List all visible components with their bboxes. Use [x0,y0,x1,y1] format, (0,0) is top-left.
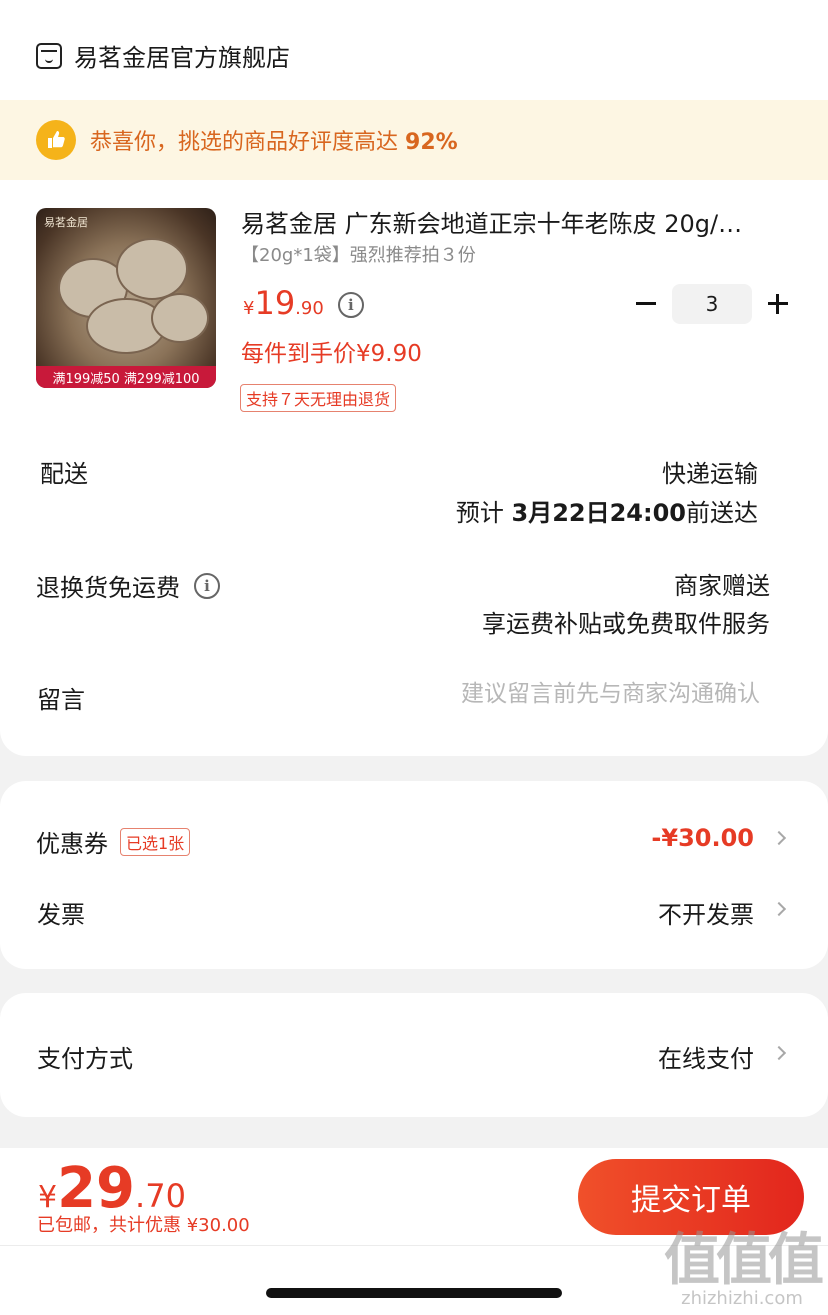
banner-text: 恭喜你，挑选的商品好评度高达 92% [90,130,458,155]
coupon-row[interactable]: 优惠券 已选1张 [36,824,191,859]
payment-card: 支付方式 在线支付 [0,993,828,1117]
order-main-card: 易茗金居官方旗舰店 恭喜你，挑选的商品好评度高达 92% 易茗金居 满199减5… [0,0,828,756]
payment-chevron-icon[interactable] [771,1045,787,1061]
product-image[interactable]: 易茗金居 满199减50 满299减100 [36,208,216,388]
coupon-chevron-icon[interactable] [771,830,787,846]
discount-card: 优惠券 已选1张 -¥30.00 发票 不开发票 [0,781,828,969]
submit-order-button[interactable]: 提交订单 [578,1159,804,1235]
shop-name: 易茗金居官方旗舰店 [74,44,290,72]
quantity-stepper: 3 [630,284,794,324]
watermark: 值值值 zhizhizhi.com [664,1228,824,1309]
each-price: 每件到手价¥9.90 [241,341,422,367]
rating-banner: 恭喜你，挑选的商品好评度高达 92% [0,100,828,180]
return-shipping-desc: 享运费补贴或免费取件服务 [482,610,770,638]
home-indicator[interactable] [266,1288,562,1298]
return-shipping-row: 退换货免运费 i [36,568,220,603]
product-promo-strip: 满199减50 满299减100 [36,366,216,388]
price-info-icon[interactable]: i [337,292,364,318]
return-shipping-value: 商家赠送 [674,572,770,600]
thumbs-up-icon [36,120,76,160]
delivery-label: 配送 [40,460,88,488]
return-shipping-info-icon[interactable]: i [194,572,220,599]
shop-header[interactable]: 易茗金居官方旗舰店 [36,38,290,73]
checkout-bar: ¥ 29 .70 已包邮，共计优惠 ¥30.00 提交订单 值值值 zhizhi… [0,1148,828,1315]
quantity-value[interactable]: 3 [672,284,752,324]
coupon-label: 优惠券 [36,830,108,858]
increase-button[interactable] [762,288,794,320]
shop-icon [36,42,62,69]
delivery-method: 快递运输 [662,460,758,488]
invoice-value[interactable]: 不开发票 [658,895,754,930]
invoice-chevron-icon[interactable] [771,901,787,917]
payment-value[interactable]: 在线支付 [658,1039,754,1074]
message-label: 留言 [37,686,85,714]
product-title[interactable]: 易茗金居 广东新会地道正宗十年老陈皮 20g/… [241,204,791,239]
product-price: ¥ 19 .90 i [243,284,364,322]
return-policy-tag: 支持７天无理由退货 [240,384,397,412]
delivery-eta: 预计 3月22日24:00前送达 [455,499,758,527]
invoice-label: 发票 [37,901,85,929]
product-image-brand: 易茗金居 [44,216,88,229]
payment-label: 支付方式 [37,1045,133,1073]
coupon-badge: 已选1张 [120,827,191,856]
product-sku[interactable]: 【20g*1袋】强烈推荐拍３份 [241,241,476,267]
message-input[interactable] [340,674,760,714]
coupon-value[interactable]: -¥30.00 [651,824,754,852]
rating-value: 92% [405,130,458,155]
decrease-button[interactable] [630,288,662,320]
return-shipping-label: 退换货免运费 [36,574,180,602]
total-note: 已包邮，共计优惠 ¥30.00 [37,1215,250,1236]
